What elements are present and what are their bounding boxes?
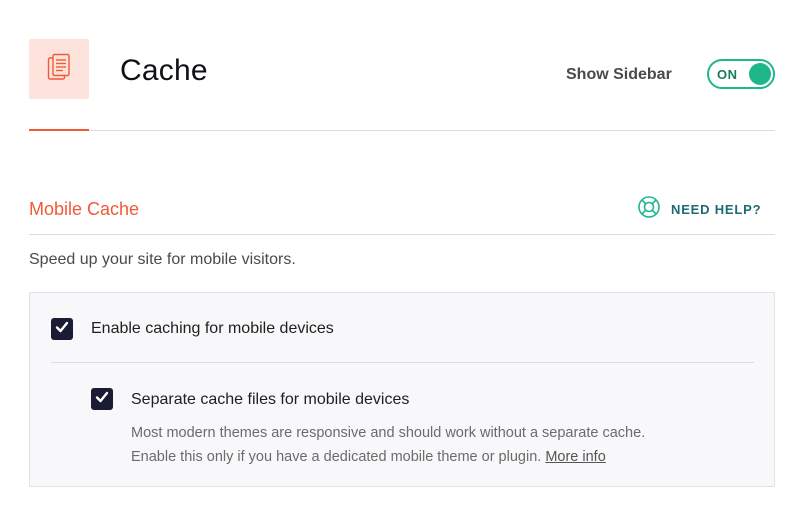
separate-cache-help: Most modern themes are responsive and sh… [131,421,761,469]
need-help-label: NEED HELP? [671,202,762,217]
document-stack-icon [47,53,71,86]
mobile-cache-checkbox[interactable] [51,318,73,340]
more-info-link[interactable]: More info [545,449,605,465]
separate-cache-checkbox[interactable] [91,388,113,410]
checkmark-icon [55,320,69,339]
section-divider [29,234,775,235]
toggle-knob [749,63,771,85]
show-sidebar-toggle[interactable]: ON [707,59,775,89]
separate-cache-label[interactable]: Separate cache files for mobile devices [131,391,409,409]
need-help-link[interactable]: NEED HELP? [637,195,761,224]
help-line-1: Most modern themes are responsive and sh… [131,425,646,441]
help-line-2: Enable this only if you have a dedicated… [131,445,761,469]
mobile-cache-label[interactable]: Enable caching for mobile devices [91,320,334,338]
header-divider [29,130,775,131]
toggle-state-label: ON [717,67,738,82]
section-description: Speed up your site for mobile visitors. [29,251,296,268]
lifebuoy-icon [637,195,661,224]
options-divider [51,362,754,363]
show-sidebar-label: Show Sidebar [566,66,672,83]
help-line-2-text: Enable this only if you have a dedicated… [131,449,542,465]
page-title: Cache [120,54,208,87]
checkmark-icon [95,390,109,409]
page-icon-box [29,39,89,99]
header-active-indicator [29,129,89,131]
section-title: Mobile Cache [29,199,140,219]
